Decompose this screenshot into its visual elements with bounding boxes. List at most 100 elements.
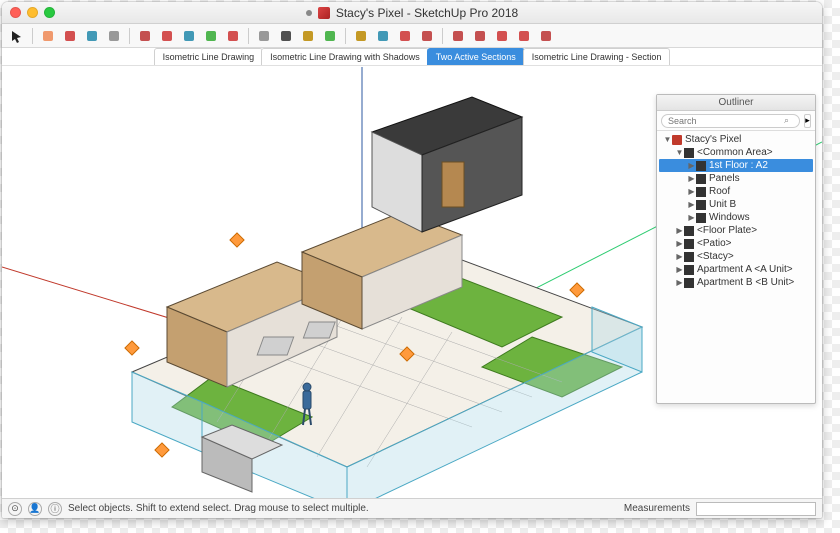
layers-tool[interactable]	[515, 27, 533, 45]
tree-node[interactable]: ▶ Panels	[659, 172, 813, 185]
tree-node[interactable]: ▶ <Floor Plate>	[659, 224, 813, 237]
select-arrow-tool[interactable]	[8, 27, 26, 45]
tree-node-label: Stacy's Pixel	[685, 134, 741, 145]
warehouse-tool[interactable]	[471, 27, 489, 45]
tree-node[interactable]: ▶Apartment B <B Unit>	[659, 276, 813, 289]
outliner-search-row: ⌕ ▸	[657, 111, 815, 131]
expand-arrow-icon[interactable]: ▶	[675, 252, 684, 261]
tree-node-label: Panels	[709, 173, 740, 184]
tree-node[interactable]: ▶ Unit B	[659, 198, 813, 211]
scene-tabs: Isometric Line DrawingIsometric Line Dra…	[2, 48, 822, 66]
outliner-title[interactable]: Outliner	[657, 95, 815, 111]
expand-arrow-icon[interactable]: ▶	[675, 239, 684, 248]
tree-node-label: <Common Area>	[697, 147, 773, 158]
group-icon	[696, 187, 706, 197]
document-icon	[318, 7, 330, 19]
section-tool[interactable]	[418, 27, 436, 45]
toolbar-separator	[248, 28, 249, 44]
window-title: Stacy's Pixel - SketchUp Pro 2018	[2, 6, 822, 20]
modified-indicator-icon	[306, 10, 312, 16]
text-tool[interactable]	[277, 27, 295, 45]
outliner-search-input[interactable]	[661, 114, 800, 128]
tape-measure-tool[interactable]	[255, 27, 273, 45]
extension-tool[interactable]	[493, 27, 511, 45]
expand-arrow-icon[interactable]: ▶	[687, 161, 696, 170]
tree-node[interactable]: ▶ Windows	[659, 211, 813, 224]
scene-tab[interactable]: Isometric Line Drawing	[154, 48, 264, 65]
info-icon[interactable]: ⓘ	[48, 502, 62, 516]
zoom-extents-tool[interactable]	[396, 27, 414, 45]
tree-node[interactable]: ▶ Roof	[659, 185, 813, 198]
expand-arrow-icon[interactable]: ▶	[687, 187, 696, 196]
expand-arrow-icon[interactable]: ▶	[687, 213, 696, 222]
pan-tool[interactable]	[352, 27, 370, 45]
geolocation-icon[interactable]: ⊙	[8, 502, 22, 516]
outliner-tree: ▼Stacy's Pixel▼<Common Area>▶1st Floor :…	[657, 131, 815, 403]
offset-tool[interactable]	[224, 27, 242, 45]
scene-tab[interactable]: Two Active Sections	[427, 48, 525, 65]
tree-node[interactable]: ▶ <Stacy>	[659, 250, 813, 263]
credits-icon[interactable]: 👤	[28, 502, 42, 516]
group-icon	[684, 278, 694, 288]
paint-bucket-tool[interactable]	[299, 27, 317, 45]
scene-tab[interactable]: Isometric Line Drawing with Shadows	[261, 48, 429, 65]
scale-tool[interactable]	[202, 27, 220, 45]
expand-arrow-icon[interactable]: ▶	[675, 265, 684, 274]
tree-node-label: <Patio>	[697, 238, 731, 249]
content-area: Outliner ⌕ ▸ ▼Stacy's Pixel▼<Common Area…	[2, 66, 822, 498]
titlebar: Stacy's Pixel - SketchUp Pro 2018	[2, 2, 822, 24]
collapse-arrow-icon[interactable]: ▼	[675, 148, 684, 157]
model-viewport[interactable]: Outliner ⌕ ▸ ▼Stacy's Pixel▼<Common Area…	[2, 66, 822, 498]
arc-tool[interactable]	[83, 27, 101, 45]
orbit-tool[interactable]	[321, 27, 339, 45]
eraser-tool[interactable]	[39, 27, 57, 45]
toolbar-separator	[345, 28, 346, 44]
group-icon	[696, 174, 706, 184]
tree-node-label: Windows	[709, 212, 750, 223]
window-title-text: Stacy's Pixel - SketchUp Pro 2018	[336, 6, 518, 20]
expand-arrow-icon[interactable]: ▶	[675, 226, 684, 235]
group-icon	[696, 213, 706, 223]
scene-tab[interactable]: Isometric Line Drawing - Section	[523, 48, 671, 65]
toolbar-separator	[32, 28, 33, 44]
model-icon	[672, 135, 682, 145]
measurements-input[interactable]	[696, 502, 816, 516]
expand-arrow-icon[interactable]: ▶	[687, 174, 696, 183]
tree-node-label: Unit B	[709, 199, 736, 210]
tree-node[interactable]: ▶ <Patio>	[659, 237, 813, 250]
group-icon	[684, 252, 694, 262]
group-icon	[696, 200, 706, 210]
tree-node[interactable]: ▶ 1st Floor : A2	[659, 159, 813, 172]
move-tool[interactable]	[158, 27, 176, 45]
tree-node-label: Apartment A <A Unit>	[697, 264, 793, 275]
tree-node[interactable]: ▶ Apartment A <A Unit>	[659, 263, 813, 276]
tree-node-label: Roof	[709, 186, 730, 197]
send-tool[interactable]	[537, 27, 555, 45]
expand-arrow-icon[interactable]: ▶	[675, 278, 684, 287]
tree-node[interactable]: ▼ Stacy's Pixel	[659, 133, 813, 146]
line-tool[interactable]	[61, 27, 79, 45]
rotate-tool[interactable]	[180, 27, 198, 45]
group-icon	[684, 226, 694, 236]
status-bar: ⊙ 👤 ⓘ Select objects. Shift to extend se…	[2, 498, 822, 518]
expand-arrow-icon[interactable]: ▶	[687, 200, 696, 209]
group-icon	[684, 148, 694, 158]
tree-node-label: <Floor Plate>	[697, 225, 757, 236]
walk-tool[interactable]	[449, 27, 467, 45]
status-hint: Select objects. Shift to extend select. …	[68, 503, 369, 514]
app-window: Stacy's Pixel - SketchUp Pro 2018 Isomet…	[2, 2, 822, 518]
measurements-label: Measurements	[624, 503, 690, 514]
main-toolbar	[2, 24, 822, 48]
tree-node[interactable]: ▼ <Common Area>	[659, 146, 813, 159]
zoom-tool[interactable]	[374, 27, 392, 45]
push-pull-tool[interactable]	[136, 27, 154, 45]
tree-node-label: 1st Floor : A2	[709, 160, 768, 171]
shape-tool[interactable]	[105, 27, 123, 45]
group-icon	[684, 239, 694, 249]
outliner-panel: Outliner ⌕ ▸ ▼Stacy's Pixel▼<Common Area…	[656, 94, 816, 404]
toolbar-separator	[129, 28, 130, 44]
outliner-options-button[interactable]: ▸	[804, 114, 811, 128]
collapse-arrow-icon[interactable]: ▼	[663, 135, 672, 144]
tree-node-label: <Stacy>	[697, 251, 734, 262]
outliner-title-text: Outliner	[718, 97, 753, 108]
